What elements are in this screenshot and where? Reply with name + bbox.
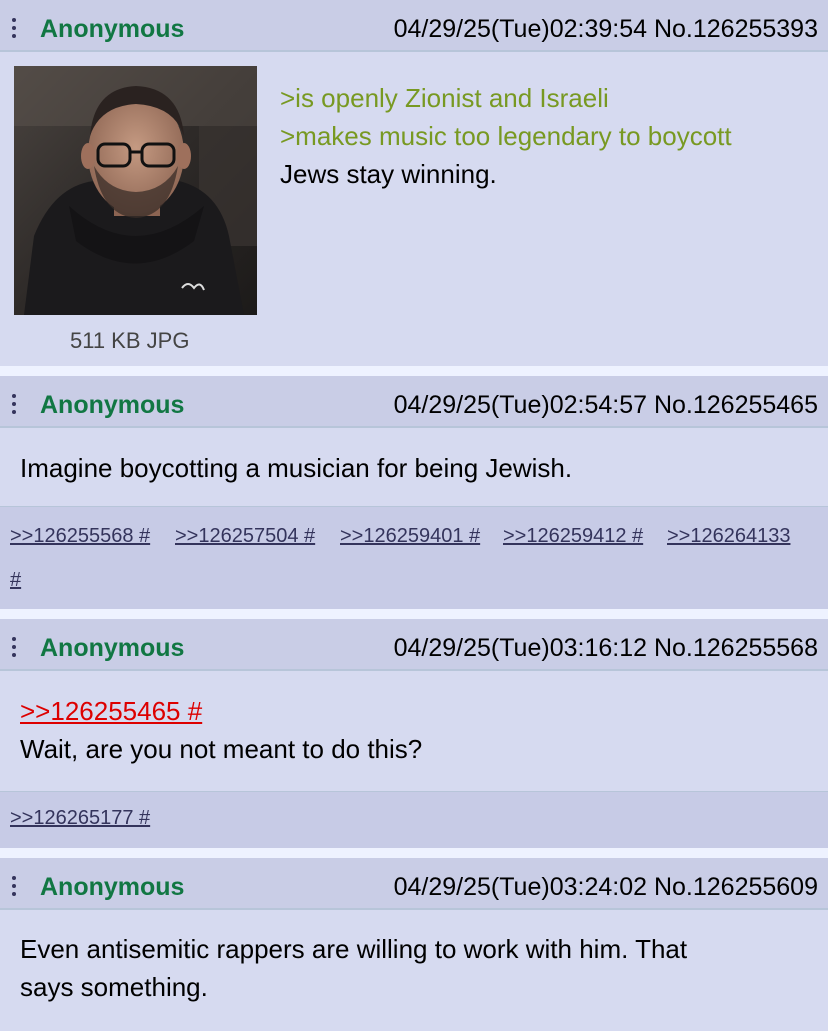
post-date-number[interactable]: 04/29/25(Tue)02:54:57 No.126255465 bbox=[394, 391, 818, 420]
greentext-line: >is openly Zionist and Israeli bbox=[280, 83, 609, 113]
backlink[interactable]: >>126257504 # bbox=[175, 525, 315, 548]
post-menu-icon[interactable] bbox=[10, 872, 18, 900]
post: Anonymous 04/29/25(Tue)02:39:54 No.12625… bbox=[0, 0, 828, 366]
greentext-line: >makes music too legendary to boycott bbox=[280, 121, 732, 151]
backlink[interactable]: >>126259412 # bbox=[503, 525, 643, 548]
message-line: Wait, are you not meant to do this? bbox=[20, 734, 423, 764]
message-line: Jews stay winning. bbox=[280, 159, 497, 189]
backlink-hash[interactable]: # bbox=[10, 569, 21, 592]
backlink[interactable]: >>126259401 # bbox=[340, 525, 480, 548]
post-header: Anonymous 04/29/25(Tue)03:24:02 No.12625… bbox=[0, 858, 828, 910]
message-line: Even antisemitic rappers are willing to … bbox=[20, 934, 688, 964]
post-menu-icon[interactable] bbox=[10, 633, 18, 661]
backlink[interactable]: >>126265177 # bbox=[10, 807, 150, 830]
post-date-number[interactable]: 04/29/25(Tue)03:16:12 No.126255568 bbox=[394, 634, 818, 663]
person-photo-image bbox=[14, 66, 257, 315]
post-separator bbox=[0, 848, 828, 858]
poster-name[interactable]: Anonymous bbox=[40, 634, 184, 663]
poster-name[interactable]: Anonymous bbox=[40, 391, 184, 420]
post-header: Anonymous 04/29/25(Tue)03:16:12 No.12625… bbox=[0, 619, 828, 671]
post-date-number[interactable]: 04/29/25(Tue)03:24:02 No.126255609 bbox=[394, 873, 818, 902]
file-info: 511 KB JPG bbox=[70, 328, 190, 353]
post-message: >is openly Zionist and Israeli >makes mu… bbox=[280, 79, 732, 193]
backlinks-bar: >>126265177 # bbox=[0, 791, 828, 850]
quote-link[interactable]: >>126255465 # bbox=[20, 692, 422, 730]
post-message: Even antisemitic rappers are willing to … bbox=[20, 930, 687, 1006]
message-line: says something. bbox=[20, 972, 208, 1002]
post-header: Anonymous 04/29/25(Tue)02:54:57 No.12625… bbox=[0, 376, 828, 428]
post-message: Imagine boycotting a musician for being … bbox=[20, 453, 573, 483]
backlinks-bar: >>126255568 # >>126257504 # >>126259401 … bbox=[0, 506, 828, 611]
poster-name[interactable]: Anonymous bbox=[40, 873, 184, 902]
post-menu-icon[interactable] bbox=[10, 390, 18, 418]
post-date-number[interactable]: 04/29/25(Tue)02:39:54 No.126255393 bbox=[394, 15, 818, 44]
post-message: >>126255465 # Wait, are you not meant to… bbox=[20, 692, 422, 768]
post: Anonymous 04/29/25(Tue)03:16:12 No.12625… bbox=[0, 619, 828, 850]
backlink[interactable]: >>126255568 # bbox=[10, 525, 150, 548]
post-image-thumbnail[interactable] bbox=[14, 66, 257, 315]
backlink[interactable]: >>126264133 bbox=[667, 525, 790, 548]
post: Anonymous 04/29/25(Tue)02:54:57 No.12625… bbox=[0, 376, 828, 611]
post: Anonymous 04/29/25(Tue)03:24:02 No.12625… bbox=[0, 858, 828, 1031]
poster-name[interactable]: Anonymous bbox=[40, 15, 184, 44]
post-header: Anonymous 04/29/25(Tue)02:39:54 No.12625… bbox=[0, 0, 828, 52]
post-menu-icon[interactable] bbox=[10, 14, 18, 42]
post-separator bbox=[0, 609, 828, 619]
post-separator bbox=[0, 366, 828, 376]
